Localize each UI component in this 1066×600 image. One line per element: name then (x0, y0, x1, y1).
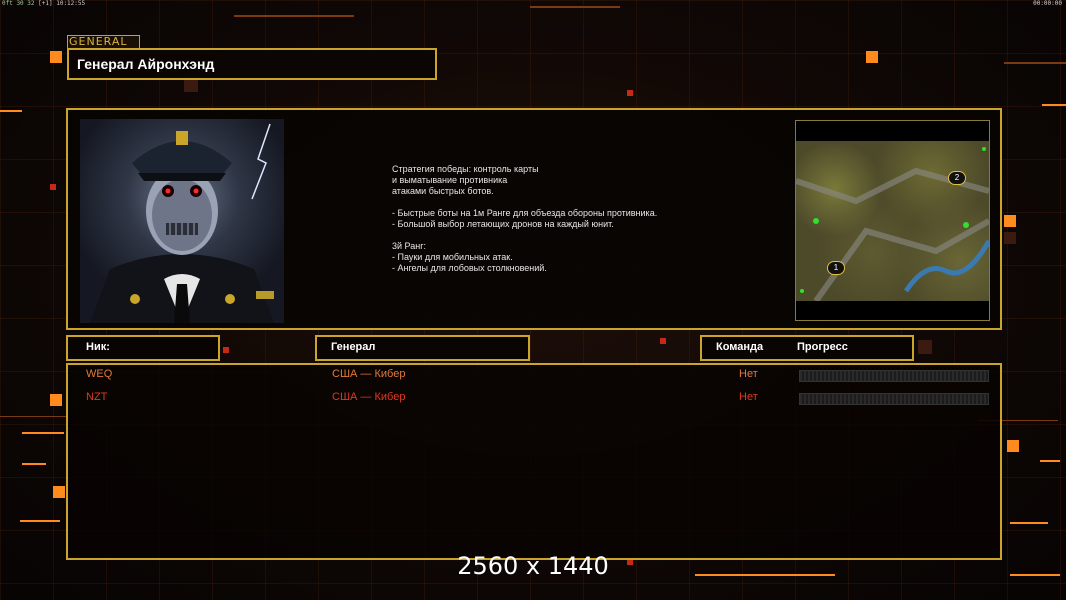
deco-square (918, 340, 932, 354)
status-bar-clock: 00:00:00 (1033, 0, 1062, 7)
resolution-label: 2560 x 1440 (457, 552, 609, 580)
deco-line (22, 432, 64, 434)
deco-square (660, 338, 666, 344)
status-bar-left: 0ft 30 32 [+1] 10:12:55 (2, 0, 86, 7)
table-row[interactable]: NZT США — Кибер Нет (68, 391, 1000, 405)
players-panel: WEQ США — Кибер Нет NZT США — Кибер Нет (66, 363, 1002, 560)
deco-square (50, 394, 62, 406)
deco-line (0, 110, 22, 112)
general-portrait-image (80, 119, 284, 323)
deco-line (530, 6, 620, 8)
deco-square (50, 184, 56, 190)
general-title-box: Генерал Айронхэнд (67, 48, 437, 80)
player-progress-bar (799, 393, 989, 405)
general-tag: GENERAL (67, 35, 140, 49)
column-header-nick: Ник: (66, 335, 220, 361)
deco-line (1040, 460, 1060, 462)
general-info-panel: Стратегия победы: контроль карты и вымат… (66, 108, 1002, 330)
spawn-marker-1: 1 (827, 261, 845, 275)
map-preview-image[interactable]: 2 1 (795, 120, 992, 321)
deco-square (1004, 232, 1016, 244)
deco-square (50, 51, 62, 63)
general-title: Генерал Айронхэнд (77, 56, 215, 72)
player-team: Нет (739, 391, 758, 403)
player-progress-bar (799, 370, 989, 382)
player-nick: NZT (86, 391, 108, 403)
deco-line (1010, 522, 1048, 524)
deco-square (223, 347, 229, 353)
player-team: Нет (739, 368, 758, 380)
deco-line (0, 416, 68, 417)
deco-square (1007, 440, 1019, 452)
deco-square (866, 51, 878, 63)
map-terrain: 2 1 (795, 141, 992, 303)
general-description: Стратегия победы: контроль карты и вымат… (392, 164, 658, 273)
deco-line (1042, 104, 1066, 106)
spawn-marker-2: 2 (948, 171, 966, 185)
deco-square (1004, 215, 1016, 227)
deco-line (1004, 62, 1066, 64)
player-general: США — Кибер (332, 368, 406, 380)
deco-line (22, 463, 46, 465)
player-general: США — Кибер (332, 391, 406, 403)
deco-square (53, 486, 65, 498)
deco-line (234, 15, 354, 17)
player-nick: WEQ (86, 368, 113, 380)
deco-line (20, 520, 60, 522)
column-header-team-progress: Команда Прогресс (700, 335, 914, 361)
column-header-general: Генерал (315, 335, 530, 361)
deco-square (184, 78, 198, 92)
table-row[interactable]: WEQ США — Кибер Нет (68, 368, 1000, 382)
deco-square (627, 90, 633, 96)
